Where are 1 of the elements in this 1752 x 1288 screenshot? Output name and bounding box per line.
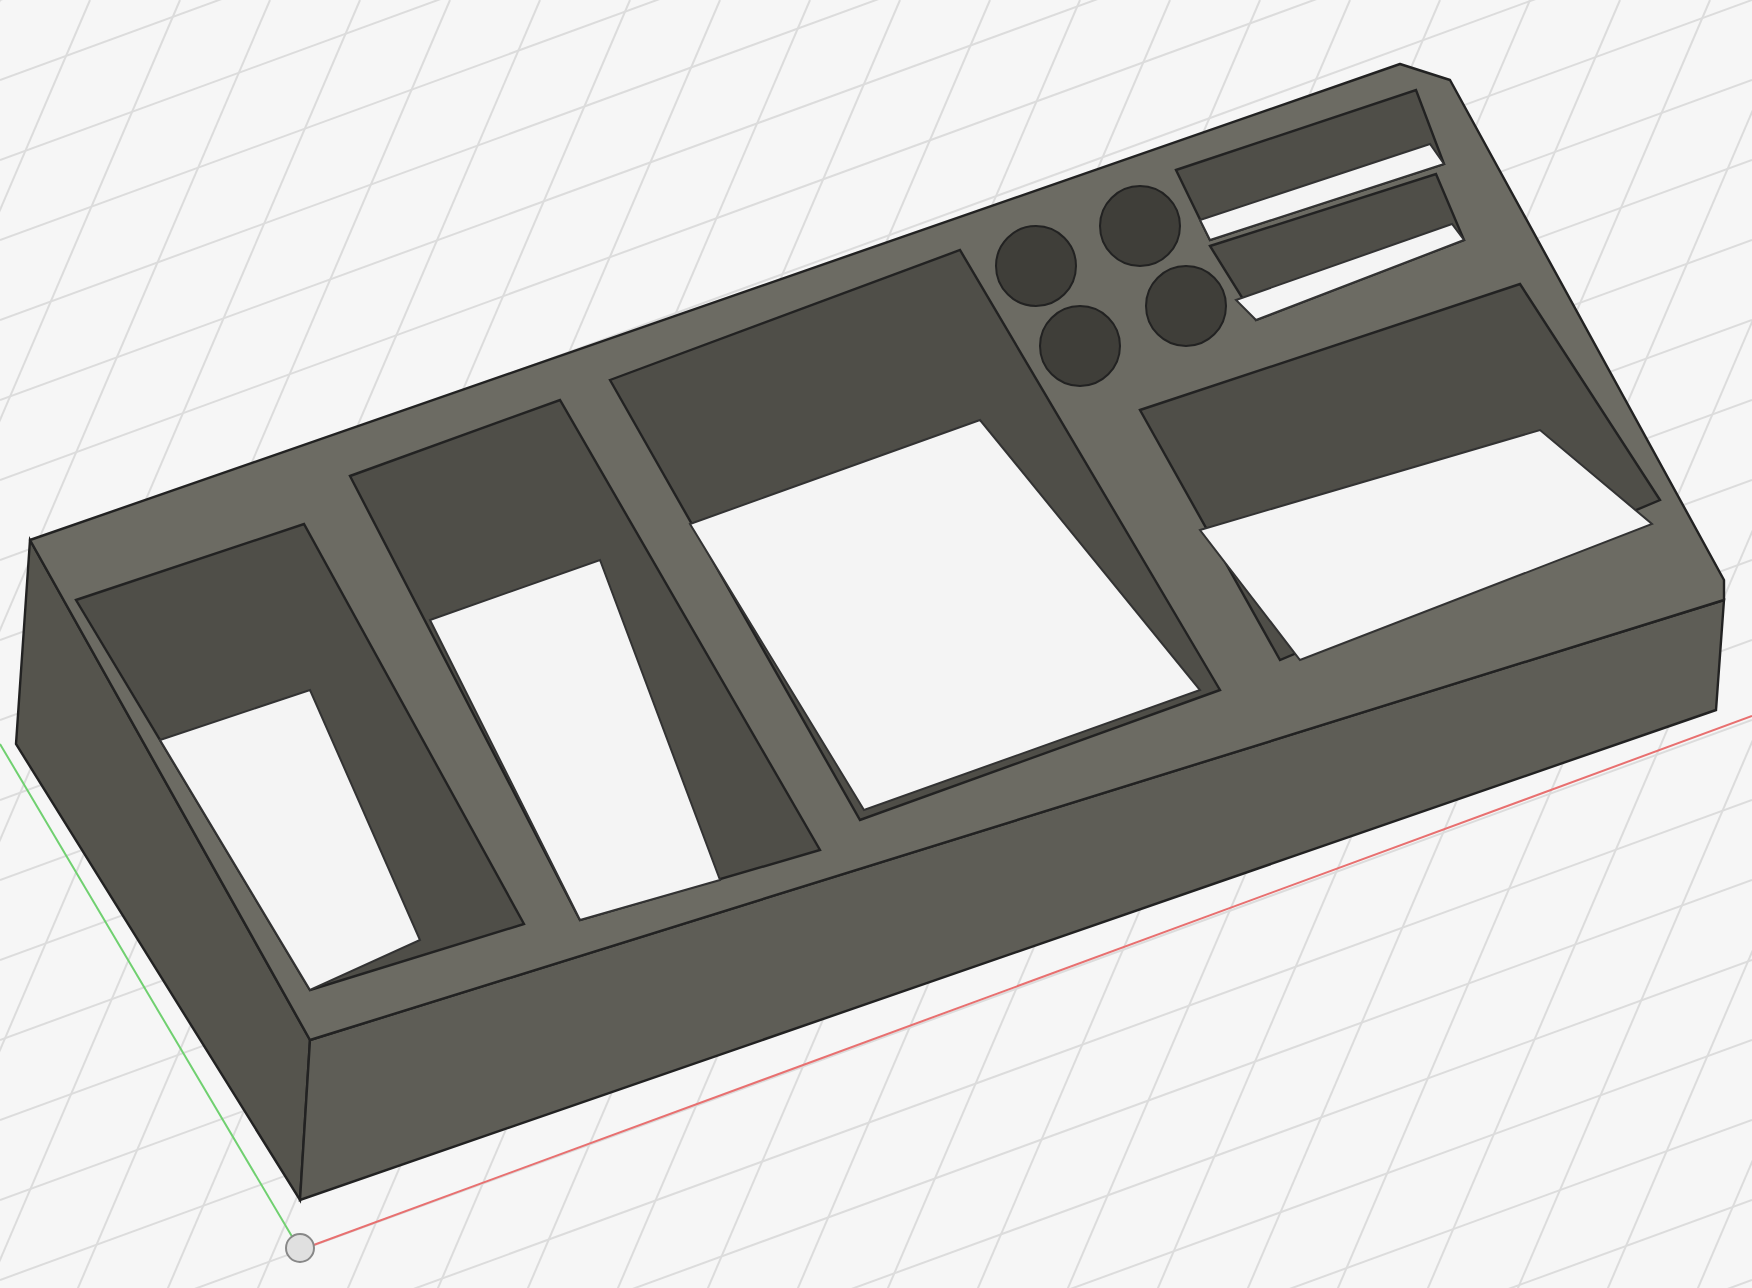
origin-icon — [285, 1233, 315, 1263]
